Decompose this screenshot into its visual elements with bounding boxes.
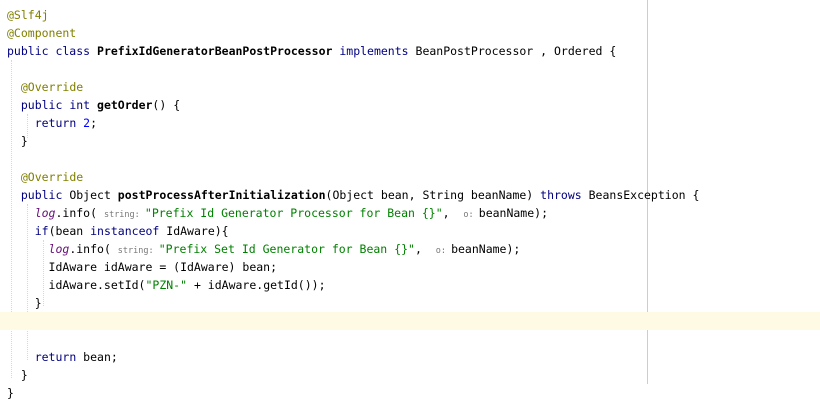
keyword-token: public [20,188,70,202]
code-line[interactable]: @Override [0,78,820,96]
code-text: idAware.setId( [7,278,146,292]
code-line[interactable]: @Slf4j [0,6,820,24]
class-name-token: PrefixIdGeneratorBeanPostProcessor [97,44,340,58]
code-text: + idAware.getId()); [187,278,326,292]
code-text: beanName); [478,206,549,220]
code-text: IdAware){ [166,224,229,238]
code-line[interactable]: if(bean instanceof IdAware){ [0,222,820,240]
string-token: "Prefix Id Generator Processor for Bean … [144,206,443,220]
code-text: () { [152,98,181,112]
code-line[interactable]: idAware.setId("PZN-" + idAware.getId()); [0,276,820,294]
code-text: .info( [69,242,118,256]
code-line[interactable] [0,150,820,168]
code-text: beanName); [451,242,521,256]
code-text: (bean [48,224,91,238]
code-text: bean; [83,350,118,364]
keyword-token: public class [7,44,98,58]
code-text: } [7,134,28,148]
code-text: Object [69,188,118,202]
code-line[interactable]: return 2; [0,114,820,132]
annotation-token: @Slf4j [7,8,49,22]
code-editor[interactable]: @Slf4j @Component public class PrefixIdGen… [0,0,820,404]
code-line[interactable]: public int getOrder() { [0,96,820,114]
code-line-current[interactable] [0,312,820,330]
keyword-token: if [34,224,49,238]
code-line[interactable]: } [0,294,820,312]
code-text: } [7,386,14,400]
parameter-hint: o: [435,246,452,256]
code-text: (Object bean, String beanName) [325,188,541,202]
parameter-hint: o: [463,210,479,220]
code-text: , [414,242,436,256]
code-line[interactable]: log.info( string: "Prefix Id Generator P… [0,204,820,222]
code-line[interactable]: @Component [0,24,820,42]
code-text: BeansException { [588,188,700,202]
code-text: } [7,296,42,310]
field-token: log [34,206,56,220]
keyword-token: throws [540,188,589,202]
code-text: .info( [55,206,104,220]
method-name-token: postProcessAfterInitialization [117,188,326,202]
code-line[interactable]: @Override [0,168,820,186]
keyword-token: implements [339,44,416,58]
string-token: "Prefix Set Id Generator for Bean {}" [158,242,415,256]
code-line[interactable]: log.info( string: "Prefix Set Id Generat… [0,240,820,258]
code-line[interactable]: public Object postProcessAfterInitializa… [0,186,820,204]
code-line[interactable] [0,60,820,78]
code-line[interactable]: } [0,132,820,150]
code-text: } [7,368,28,382]
annotation-token: @Override [20,80,84,94]
method-name-token: getOrder [97,98,153,112]
code-line[interactable]: } [0,366,820,384]
code-line[interactable]: public class PrefixIdGeneratorBeanPostPr… [0,42,820,60]
code-text: BeanPostProcessor , Ordered { [415,44,617,58]
keyword-token: public int [20,98,98,112]
code-line[interactable]: } [0,384,820,402]
keyword-token: return [34,116,84,130]
parameter-hint: string: [117,246,159,256]
string-token: "PZN-" [145,278,188,292]
code-text: ; [90,116,98,130]
keyword-token: return [34,350,84,364]
field-token: log [48,242,70,256]
parameter-hint: string: [103,210,145,220]
annotation-token: @Component [7,26,77,40]
code-text: , [442,206,464,220]
code-line[interactable] [0,330,820,348]
code-line[interactable]: return bean; [0,348,820,366]
code-text: IdAware idAware = (IdAware) bean; [7,260,278,274]
keyword-token: instanceof [90,224,167,238]
annotation-token: @Override [20,170,84,184]
code-line[interactable]: IdAware idAware = (IdAware) bean; [0,258,820,276]
